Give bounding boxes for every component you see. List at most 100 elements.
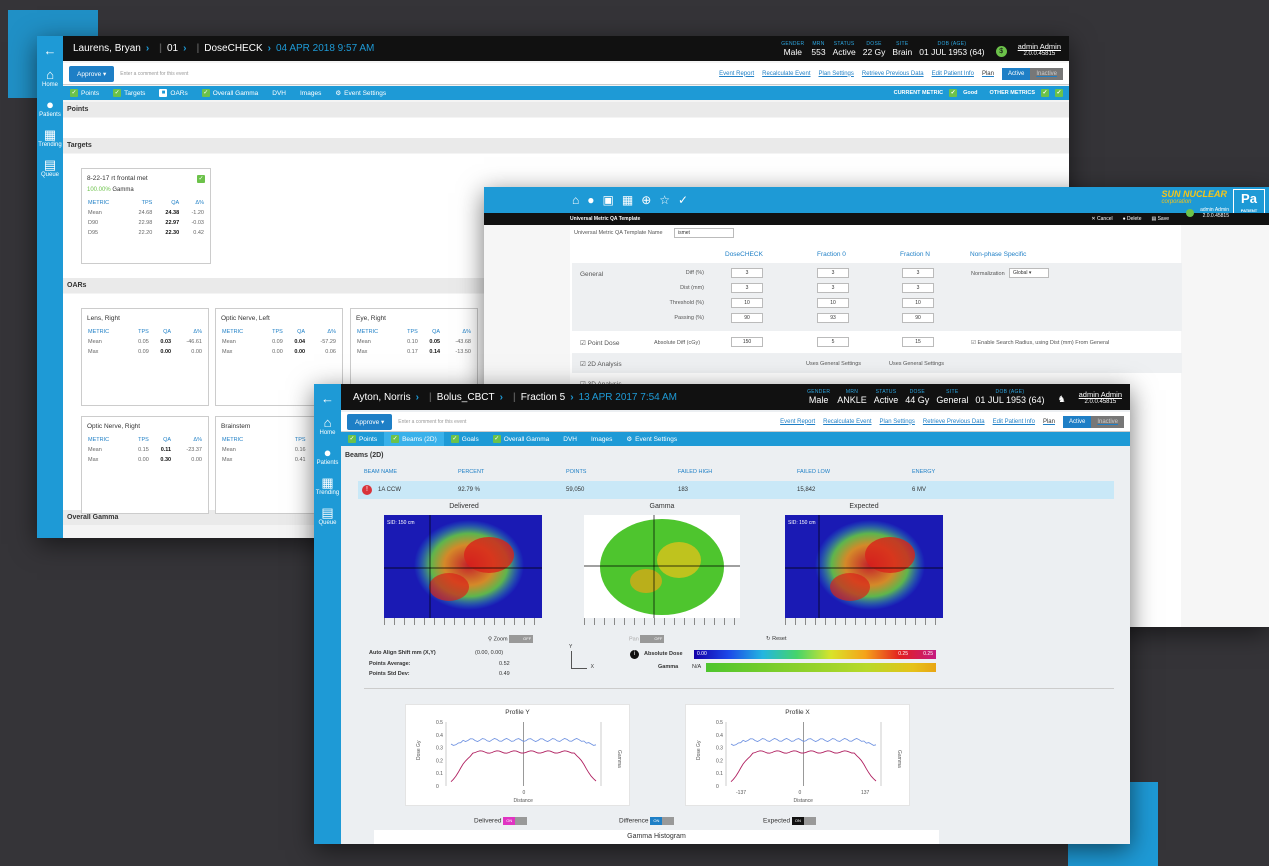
info-icon[interactable]: i <box>630 650 639 659</box>
tab-dvh[interactable]: DVH <box>265 86 293 100</box>
threshold-input[interactable]: 10 <box>902 298 934 308</box>
comment-input[interactable]: Enter a comment for this event <box>398 419 466 425</box>
tab-beams-2d[interactable]: ✓ Beams (2D) <box>384 432 444 446</box>
check-icon[interactable]: ✓ <box>678 193 688 207</box>
fraction[interactable]: 01 <box>167 43 178 54</box>
threshold-input[interactable]: 90 <box>731 313 763 323</box>
sidebar-item-queue[interactable]: ▤ Queue <box>314 505 341 527</box>
chart-icon[interactable]: ▦ <box>622 193 633 207</box>
home-icon[interactable]: ⌂ <box>572 193 579 207</box>
beam-row[interactable]: ! 1A CCW 92.79 % 59,050 183 15,842 6 MV <box>358 481 1114 499</box>
delivered-dose-map[interactable]: SID: 150 cm <box>384 515 542 618</box>
tab-overall-gamma[interactable]: ✓ Overall Gamma <box>195 86 266 100</box>
template-name-input[interactable]: ismet <box>674 228 734 238</box>
tab-oars[interactable]: ■ OARs <box>152 86 194 100</box>
retrieve-previous-data-link[interactable]: Retrieve Previous Data <box>923 419 985 425</box>
plan-active-toggle[interactable]: Active Inactive <box>1001 67 1063 80</box>
x-tick-label: 0 <box>523 790 526 796</box>
star-icon[interactable]: ☆ <box>659 193 670 207</box>
sidebar-item-patients[interactable]: ● Patients <box>314 446 341 467</box>
bell-icon[interactable]: ♞ <box>1058 394 1066 405</box>
delivered-toggle[interactable]: Delivered ON <box>474 817 528 825</box>
tab-overall-gamma[interactable]: ✓ Overall Gamma <box>486 432 557 446</box>
tab-dvh[interactable]: DVH <box>556 432 584 446</box>
zoom-control[interactable]: ⚲ Zoom OFF <box>488 635 534 643</box>
threshold-input[interactable]: 93 <box>817 313 849 323</box>
reset-button[interactable]: ↻ Reset <box>766 636 787 642</box>
recalculate-event-link[interactable]: Recalculate Event <box>762 71 810 77</box>
plan-settings-link[interactable]: Plan Settings <box>819 71 854 77</box>
recalculate-event-link[interactable]: Recalculate Event <box>823 419 871 425</box>
pd-dosecheck-input[interactable]: 150 <box>731 337 763 347</box>
threshold-input[interactable]: 3 <box>817 268 849 278</box>
tab-goals[interactable]: ✓ Goals <box>444 432 486 446</box>
difference-toggle[interactable]: Difference ON <box>619 817 675 825</box>
gear-icon: ⚙ <box>626 436 633 443</box>
approve-button[interactable]: Approve ▾ <box>347 413 393 430</box>
tab-images[interactable]: Images <box>584 432 619 446</box>
tab-targets[interactable]: ✓ Targets <box>106 86 152 100</box>
event-report-link[interactable]: Event Report <box>719 71 754 77</box>
module-name[interactable]: Bolus_CBCT <box>437 392 495 403</box>
comment-input[interactable]: Enter a comment for this event <box>120 71 188 77</box>
edit-patient-info-link[interactable]: Edit Patient Info <box>932 71 974 77</box>
plan-settings-link[interactable]: Plan Settings <box>880 419 915 425</box>
threshold-input[interactable]: 3 <box>902 283 934 293</box>
module-name[interactable]: DoseCHECK <box>204 43 262 54</box>
sid-label: SID: 150 cm <box>788 520 816 526</box>
tab-images[interactable]: Images <box>293 86 328 100</box>
threshold-input[interactable]: 10 <box>731 298 763 308</box>
tab-event-settings[interactable]: ⚙ Event Settings <box>328 86 393 100</box>
gamma-map[interactable] <box>584 515 740 618</box>
pd-fractionn-input[interactable]: 15 <box>902 337 934 347</box>
sidebar-item-trending[interactable]: ▦ Trending <box>314 476 341 497</box>
dose-map-svg: SID: 150 cm <box>384 515 542 618</box>
event-report-link[interactable]: Event Report <box>780 419 815 425</box>
patient-name[interactable]: Laurens, Bryan <box>73 43 141 54</box>
threshold-input[interactable]: 3 <box>902 268 934 278</box>
error-icon: ! <box>362 485 372 495</box>
tab-event-settings[interactable]: ⚙ Event Settings <box>619 432 684 446</box>
sidebar-item-trending[interactable]: ▦ Trending <box>37 128 63 149</box>
tab-points[interactable]: ✓ Points <box>341 432 384 446</box>
status-icon: $ <box>995 45 1007 57</box>
user-menu[interactable]: admin Admin <box>1079 390 1122 399</box>
threshold-input[interactable]: 10 <box>817 298 849 308</box>
plan-active-toggle[interactable]: Active Inactive <box>1062 415 1124 428</box>
user-icon[interactable]: ● <box>587 193 594 207</box>
back-button[interactable]: ← <box>314 392 341 406</box>
threshold-input[interactable]: 3 <box>817 283 849 293</box>
patient-name[interactable]: Ayton, Norris <box>353 392 411 403</box>
expected-toggle[interactable]: Expected ON <box>763 817 816 825</box>
fraction[interactable]: Fraction 5 <box>521 392 565 403</box>
sidebar-item-patients[interactable]: ● Patients <box>37 98 63 119</box>
y-tick-label: 0 <box>716 784 719 790</box>
tab-points[interactable]: ✓ Points <box>63 86 106 100</box>
threshold-input[interactable]: 3 <box>731 268 763 278</box>
sidebar-item-home[interactable]: ⌂ Home <box>37 68 63 89</box>
save-button[interactable]: ▤ Save <box>1151 216 1169 222</box>
cancel-button[interactable]: ✕ Cancel <box>1091 216 1112 222</box>
delete-button[interactable]: ● Delete <box>1123 216 1142 222</box>
zoom-switch[interactable]: OFF <box>509 635 534 643</box>
user-menu[interactable]: admin Admin <box>1018 42 1061 51</box>
pd-fraction0-input[interactable]: 5 <box>817 337 849 347</box>
edit-patient-info-link[interactable]: Edit Patient Info <box>993 419 1035 425</box>
y-tick-label: 0.5 <box>716 720 723 726</box>
back-button[interactable]: ← <box>37 44 63 58</box>
expected-dose-map[interactable]: SID: 150 cm <box>785 515 943 618</box>
device-icon[interactable]: ▣ <box>603 193 614 207</box>
threshold-input[interactable]: 3 <box>731 283 763 293</box>
threshold-input[interactable]: 90 <box>902 313 934 323</box>
sidebar-item-home[interactable]: ⌂ Home <box>314 416 341 437</box>
queue-icon: ▤ <box>321 505 334 520</box>
retrieve-previous-data-link[interactable]: Retrieve Previous Data <box>862 71 924 77</box>
pan-switch[interactable]: OFF <box>640 635 665 643</box>
sidebar-item-queue[interactable]: ▤ Queue <box>37 158 63 179</box>
chevron-right-icon: › <box>183 43 187 54</box>
approve-button[interactable]: Approve ▾ <box>69 65 115 82</box>
normalization-select[interactable]: Global ▾ <box>1009 268 1049 278</box>
gamma-axis-label: Gamma <box>896 750 902 768</box>
plus-circle-icon[interactable]: ⊕ <box>641 193 651 207</box>
pan-control[interactable]: Pan OFF <box>629 635 665 643</box>
